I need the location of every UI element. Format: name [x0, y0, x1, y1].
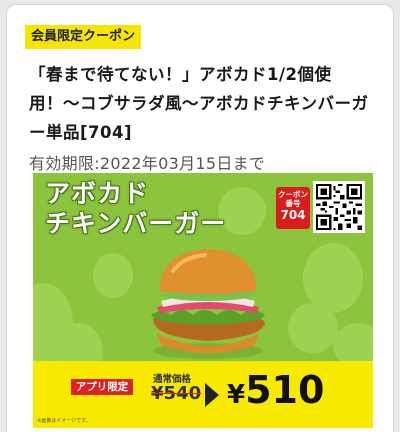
expiry-date: 有効期限:2022年03月15日まで — [29, 154, 266, 173]
coupon-number-label: クーポン 番号 — [278, 190, 308, 208]
image-note: ※画像はイメージです。 — [37, 418, 91, 424]
coupon-title: 「春まで待てない！」アボカド1/2個使用！〜コブサラダ風〜アボカドチキンバーガー… — [29, 65, 369, 142]
product-name: アボカド チキンバーガー — [45, 179, 226, 239]
coupon-number-badge: クーポン 番号 704 — [276, 187, 310, 229]
price-bar: アプリ限定 通常価格 ¥540 ¥510 ※画像はイメージです。 — [33, 361, 373, 428]
coupon-banner-image: アボカド チキンバーガー クーポン 番号 704 アプリ限定 通常価格 ¥540… — [33, 173, 373, 428]
sale-price-yen: ¥ — [227, 380, 246, 410]
burger-image — [151, 249, 265, 359]
coupon-number: 704 — [280, 208, 306, 222]
regular-price: ¥540 — [151, 383, 202, 404]
sale-price: ¥510 — [227, 367, 324, 418]
qr-code — [313, 181, 365, 233]
arrow-right-icon — [205, 383, 219, 407]
product-name-line1: アボカド — [45, 179, 150, 208]
app-only-label: アプリ限定 — [71, 379, 133, 395]
sale-price-value: 510 — [245, 368, 325, 412]
product-name-line2: チキンバーガー — [45, 209, 227, 238]
members-only-badge: 会員限定クーポン — [25, 25, 142, 49]
